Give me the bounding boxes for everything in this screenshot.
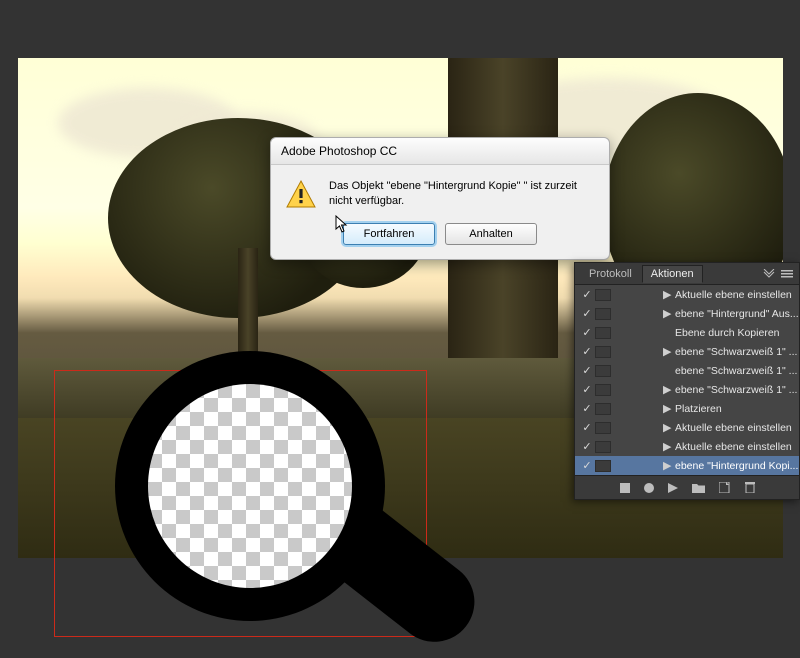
action-label: ebene "Schwarzweiß 1" ...: [675, 384, 799, 396]
action-row[interactable]: ✓ ▶ebene "Hintergrund Kopi...: [575, 456, 799, 475]
action-label: Aktuelle ebene einstellen: [675, 441, 799, 453]
action-row[interactable]: ✓ ▶ebene "Schwarzweiß 1" ...: [575, 342, 799, 361]
action-list[interactable]: ✓▶Aktuelle ebene einstellen✓▶ebene "Hint…: [575, 285, 799, 475]
expand-icon[interactable]: ▶: [663, 383, 675, 396]
dialog-message: Das Objekt "ebene "Hintergrund Kopie" " …: [329, 179, 595, 211]
expand-icon[interactable]: ▶: [663, 402, 675, 415]
folder-icon[interactable]: [692, 483, 705, 493]
stop-icon[interactable]: [620, 483, 630, 493]
modal-toggle[interactable]: [595, 460, 611, 472]
expand-icon[interactable]: ▶: [663, 345, 675, 358]
expand-icon[interactable]: ▶: [663, 459, 675, 472]
trash-icon[interactable]: [745, 482, 755, 493]
check-icon[interactable]: ✓: [579, 421, 595, 434]
record-icon[interactable]: [644, 483, 654, 493]
warning-icon: [285, 179, 317, 211]
check-icon[interactable]: ✓: [579, 288, 595, 301]
check-icon[interactable]: ✓: [579, 383, 595, 396]
check-icon[interactable]: ✓: [579, 326, 595, 339]
modal-toggle[interactable]: [595, 327, 611, 339]
action-label: ebene "Schwarzweiß 1" ...: [675, 346, 799, 358]
modal-toggle[interactable]: [595, 384, 611, 396]
tab-aktionen[interactable]: Aktionen: [642, 265, 703, 283]
tab-protokoll[interactable]: Protokoll: [581, 266, 640, 282]
panel-tabs: Protokoll Aktionen: [575, 263, 799, 285]
check-icon[interactable]: ✓: [579, 345, 595, 358]
stop-button[interactable]: Anhalten: [445, 223, 537, 245]
modal-toggle[interactable]: [595, 403, 611, 415]
collapse-icon[interactable]: [763, 269, 775, 279]
modal-toggle[interactable]: [595, 365, 611, 377]
action-row[interactable]: ✓ ebene "Schwarzweiß 1" ...: [575, 361, 799, 380]
continue-button[interactable]: Fortfahren: [343, 223, 435, 245]
panel-footer: [575, 475, 799, 499]
expand-icon[interactable]: ▶: [663, 307, 675, 320]
dialog-title: Adobe Photoshop CC: [271, 138, 609, 165]
warning-dialog: Adobe Photoshop CC Das Objekt "ebene "Hi…: [270, 137, 610, 260]
modal-toggle[interactable]: [595, 289, 611, 301]
modal-toggle[interactable]: [595, 441, 611, 453]
action-label: Aktuelle ebene einstellen: [675, 289, 799, 301]
action-label: Ebene durch Kopieren: [675, 327, 799, 339]
panel-menu-icon[interactable]: [781, 269, 793, 279]
check-icon[interactable]: ✓: [579, 364, 595, 377]
action-label: Aktuelle ebene einstellen: [675, 422, 799, 434]
action-row[interactable]: ✓ ▶Aktuelle ebene einstellen: [575, 285, 799, 304]
check-icon[interactable]: ✓: [579, 440, 595, 453]
check-icon[interactable]: ✓: [579, 459, 595, 472]
action-label: ebene "Hintergrund" Aus...: [675, 308, 799, 320]
action-row[interactable]: ✓ ▶Aktuelle ebene einstellen: [575, 418, 799, 437]
transparency-grid: [148, 384, 352, 588]
action-row[interactable]: ✓ Ebene durch Kopieren: [575, 323, 799, 342]
expand-icon[interactable]: ▶: [663, 421, 675, 434]
new-step-icon[interactable]: [719, 482, 731, 493]
expand-icon[interactable]: ▶: [663, 288, 675, 301]
check-icon[interactable]: ✓: [579, 307, 595, 320]
actions-panel: Protokoll Aktionen ✓▶Aktuelle ebene eins…: [574, 262, 800, 500]
play-icon[interactable]: [668, 483, 678, 493]
check-icon[interactable]: ✓: [579, 402, 595, 415]
expand-icon[interactable]: ▶: [663, 440, 675, 453]
magnifier-overlay: [54, 370, 427, 637]
modal-toggle[interactable]: [595, 422, 611, 434]
action-row[interactable]: ✓ ▶Platzieren: [575, 399, 799, 418]
action-label: ebene "Schwarzweiß 1" ...: [675, 365, 799, 377]
action-row[interactable]: ✓ ▶ebene "Hintergrund" Aus...: [575, 304, 799, 323]
action-row[interactable]: ✓ ▶Aktuelle ebene einstellen: [575, 437, 799, 456]
action-label: ebene "Hintergrund Kopi...: [675, 460, 799, 472]
modal-toggle[interactable]: [595, 346, 611, 358]
action-row[interactable]: ✓ ▶ebene "Schwarzweiß 1" ...: [575, 380, 799, 399]
modal-toggle[interactable]: [595, 308, 611, 320]
action-label: Platzieren: [675, 403, 799, 415]
